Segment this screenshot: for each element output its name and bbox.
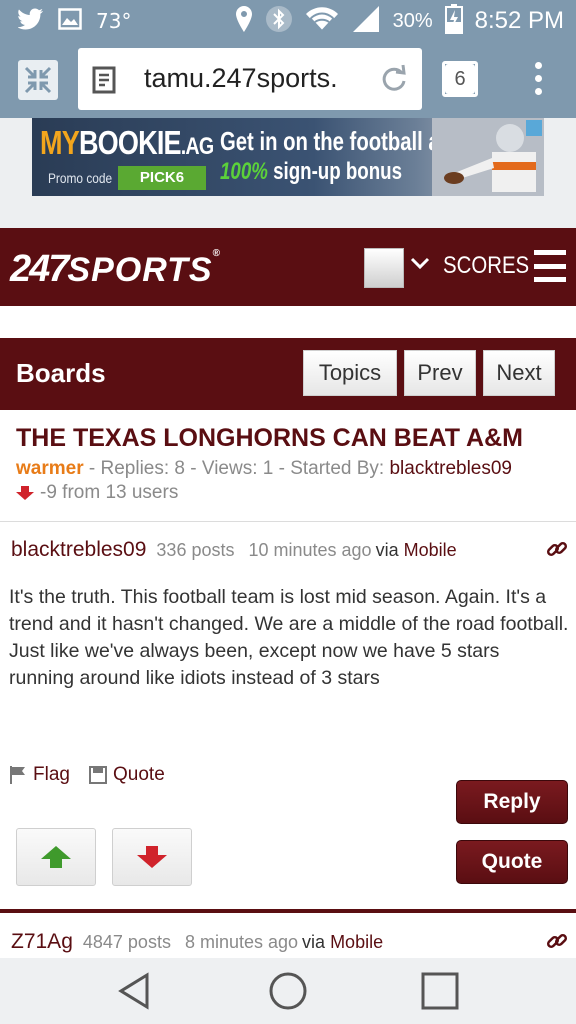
twitter-icon <box>17 8 44 35</box>
clock: 8:52 PM <box>474 7 564 34</box>
ad-bonus: 100% sign-up bonus <box>220 158 403 185</box>
post-count: 4847 posts <box>82 932 171 952</box>
post-via: via Mobile <box>375 540 457 560</box>
thread-vote-summary: -9 from 13 users <box>16 482 178 504</box>
exit-fullscreen-button[interactable] <box>18 60 58 100</box>
menu-dot <box>534 61 542 69</box>
home-icon <box>269 972 307 1010</box>
post-time: 8 minutes ago <box>184 932 299 952</box>
post-body: It's the truth. This football team is lo… <box>9 586 569 689</box>
hamburger-menu-icon[interactable] <box>534 250 566 282</box>
flag-link[interactable]: Flag <box>9 764 70 786</box>
ad-container: MYBOOKIE.AG Promo code PICK6 Get in on t… <box>0 118 576 228</box>
collapse-icon <box>24 66 52 94</box>
prev-button[interactable]: Prev <box>404 350 476 396</box>
boards-bar: Boards Topics Prev Next <box>0 338 576 410</box>
topics-button[interactable]: Topics <box>303 350 397 396</box>
quote-button[interactable]: Quote <box>456 840 568 884</box>
boards-title[interactable]: Boards <box>16 358 106 389</box>
thread-title: THE TEXAS LONGHORNS CAN BEAT A&M <box>16 424 523 452</box>
post-header: blacktrebles09 336 posts 10 minutes ago … <box>11 538 457 562</box>
flag-icon <box>10 766 25 784</box>
menu-dot <box>534 74 542 82</box>
recents-button[interactable] <box>417 968 463 1014</box>
address-bar[interactable]: tamu.247sports. <box>78 48 422 110</box>
ad-brand: MYBOOKIE.AG <box>40 124 214 161</box>
post-time: 10 minutes ago <box>248 540 372 560</box>
chevron-down-icon[interactable] <box>410 256 430 275</box>
site-header: 247SPORTS® SCORES <box>0 228 576 306</box>
divider <box>0 521 576 522</box>
tab-count: 6 <box>445 64 475 94</box>
permalink-icon[interactable] <box>546 930 568 957</box>
reply-button[interactable]: Reply <box>456 780 568 824</box>
permalink-icon[interactable] <box>546 538 568 565</box>
browser-menu-button[interactable] <box>528 58 548 98</box>
post-via: via Mobile <box>302 932 384 952</box>
temperature-text: 73° <box>96 9 132 33</box>
thread-meta: warmer - Replies: 8 - Views: 1 - Started… <box>16 458 513 479</box>
quote-link[interactable]: Quote <box>89 764 165 786</box>
post-username[interactable]: Z71Ag <box>11 930 73 954</box>
arrow-up-icon <box>41 846 71 868</box>
menu-dot <box>534 87 542 95</box>
site-logo[interactable]: 247SPORTS® <box>10 248 221 291</box>
url-text: tamu.247sports. <box>144 63 338 93</box>
battery-percent: 30% <box>392 9 433 32</box>
signal-icon <box>351 5 381 38</box>
home-button[interactable] <box>265 968 311 1014</box>
save-icon <box>89 766 107 784</box>
post-separator <box>0 909 576 913</box>
upvote-button[interactable] <box>16 828 96 886</box>
downvote-arrow-icon <box>16 486 34 500</box>
system-navigation-bar <box>0 958 576 1024</box>
adchoices-icon[interactable] <box>526 120 542 136</box>
mybookie-ad-banner[interactable]: MYBOOKIE.AG Promo code PICK6 Get in on t… <box>32 118 544 196</box>
browser-toolbar: tamu.247sports. 6 <box>0 42 576 118</box>
thread-tag[interactable]: warmer <box>16 458 84 479</box>
recents-icon <box>421 972 459 1010</box>
thread-author-link[interactable]: blacktrebles09 <box>389 458 512 479</box>
post-username[interactable]: blacktrebles09 <box>11 538 146 562</box>
post-header: Z71Ag 4847 posts 8 minutes ago via Mobil… <box>11 930 383 954</box>
arrow-down-icon <box>137 846 167 868</box>
ad-promo-label: Promo code <box>48 170 113 186</box>
scores-link[interactable]: SCORES <box>443 252 529 280</box>
image-notification-icon <box>58 7 82 35</box>
bluetooth-icon <box>265 5 293 38</box>
reload-icon[interactable] <box>380 64 408 99</box>
user-avatar[interactable] <box>364 248 404 288</box>
location-icon <box>235 5 253 38</box>
back-button[interactable] <box>112 968 158 1014</box>
ad-promo-code: PICK6 <box>118 166 206 190</box>
wifi-icon <box>305 6 339 37</box>
page-icon <box>92 66 116 99</box>
battery-charging-icon <box>444 3 463 39</box>
next-button[interactable]: Next <box>483 350 555 396</box>
back-icon <box>118 972 149 1010</box>
downvote-button[interactable] <box>112 828 192 886</box>
post-count: 336 posts <box>156 540 235 560</box>
status-bar: 73° 30% 8:52 PM <box>0 0 576 42</box>
